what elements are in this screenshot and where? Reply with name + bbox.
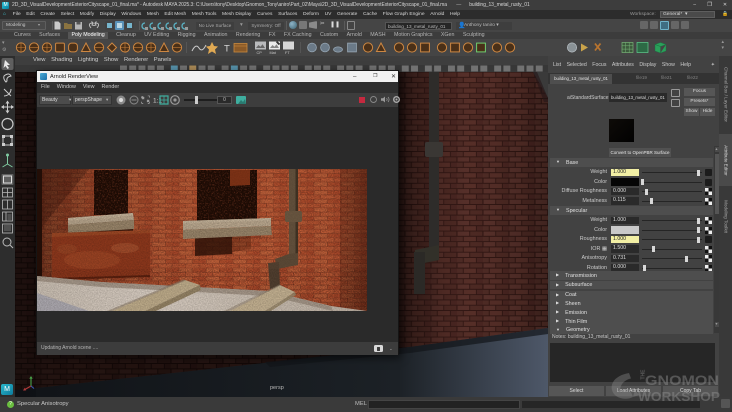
svg-text:Mat: Mat: [270, 51, 277, 55]
svg-text:T: T: [224, 44, 230, 55]
svg-text:GNOMON: GNOMON: [645, 373, 719, 388]
svg-text:CP: CP: [257, 51, 263, 55]
svg-text:WORKSHOP: WORKSHOP: [638, 389, 720, 404]
svg-text:FT: FT: [285, 51, 290, 55]
